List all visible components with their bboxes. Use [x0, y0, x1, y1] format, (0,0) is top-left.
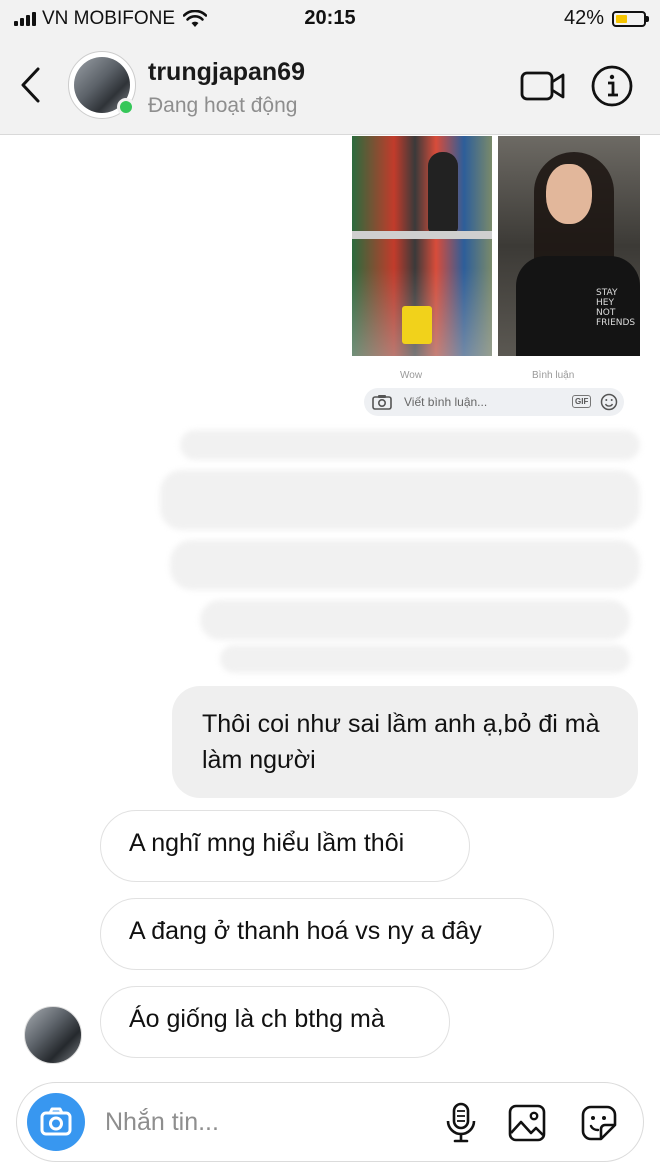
- battery-level: [616, 14, 627, 23]
- post-reactions: Wow Bình luận: [352, 370, 640, 384]
- status-time: 20:15: [304, 7, 356, 29]
- battery-percent: 42%: [563, 7, 604, 29]
- status-bar: VN MOBIFONE 20:15 42%: [0, 0, 660, 36]
- chevron-left-icon[interactable]: [18, 66, 44, 104]
- message-input[interactable]: [105, 1105, 405, 1139]
- online-indicator: [117, 98, 135, 116]
- sticker-icon[interactable]: [577, 1101, 621, 1145]
- message-composer: [16, 1082, 644, 1162]
- presence-status: Đang hoạt động: [148, 94, 298, 117]
- photo-basket: [402, 306, 432, 344]
- shirt-print: STAY HEY NOT FRIENDS: [596, 288, 636, 328]
- photo-rail: [352, 231, 492, 239]
- post-photo-store[interactable]: [352, 136, 492, 356]
- camera-icon[interactable]: [372, 394, 392, 410]
- gallery-icon[interactable]: [507, 1103, 547, 1143]
- post-photo-portrait[interactable]: STAY HEY NOT FRIENDS: [498, 136, 640, 356]
- post-comment-field[interactable]: Viết bình luận... GIF: [364, 388, 624, 416]
- comment-label[interactable]: Bình luận: [532, 370, 574, 381]
- photo-face: [546, 164, 592, 224]
- message-text: Thôi coi như sai lầm anh ạ,bỏ đi mà làm …: [202, 710, 600, 774]
- video-camera-icon[interactable]: [520, 70, 566, 102]
- outgoing-message[interactable]: Thôi coi như sai lầm anh ạ,bỏ đi mà làm …: [172, 686, 638, 798]
- message-text: A đang ở thanh hoá vs ny a đây: [129, 917, 482, 945]
- contact-avatar[interactable]: [68, 51, 136, 119]
- shared-post[interactable]: STAY HEY NOT FRIENDS Wow Bình luận Viết …: [352, 136, 640, 424]
- redacted-message: [160, 430, 640, 675]
- emoji-icon[interactable]: [600, 393, 618, 411]
- camera-button[interactable]: [27, 1093, 85, 1151]
- reaction-label[interactable]: Wow: [400, 370, 422, 381]
- sender-avatar[interactable]: [24, 1006, 82, 1064]
- camera-icon: [40, 1107, 72, 1136]
- status-right: 42%: [563, 7, 649, 30]
- chat-header: trungjapan69 Đang hoạt động: [0, 36, 660, 135]
- incoming-message[interactable]: A nghĩ mng hiểu lầm thôi: [100, 810, 470, 882]
- comment-placeholder: Viết bình luận...: [404, 395, 488, 409]
- incoming-message[interactable]: A đang ở thanh hoá vs ny a đây: [100, 898, 554, 970]
- microphone-icon[interactable]: [443, 1101, 479, 1145]
- message-text: A nghĩ mng hiểu lầm thôi: [129, 829, 405, 857]
- message-text: Áo giống là ch bthg mà: [129, 1005, 385, 1033]
- gif-icon[interactable]: GIF: [572, 395, 592, 408]
- contact-username[interactable]: trungjapan69: [148, 58, 305, 87]
- photo-person: [428, 152, 458, 232]
- incoming-message[interactable]: Áo giống là ch bthg mà: [100, 986, 450, 1058]
- info-icon[interactable]: [590, 64, 634, 108]
- battery-icon: [612, 10, 649, 27]
